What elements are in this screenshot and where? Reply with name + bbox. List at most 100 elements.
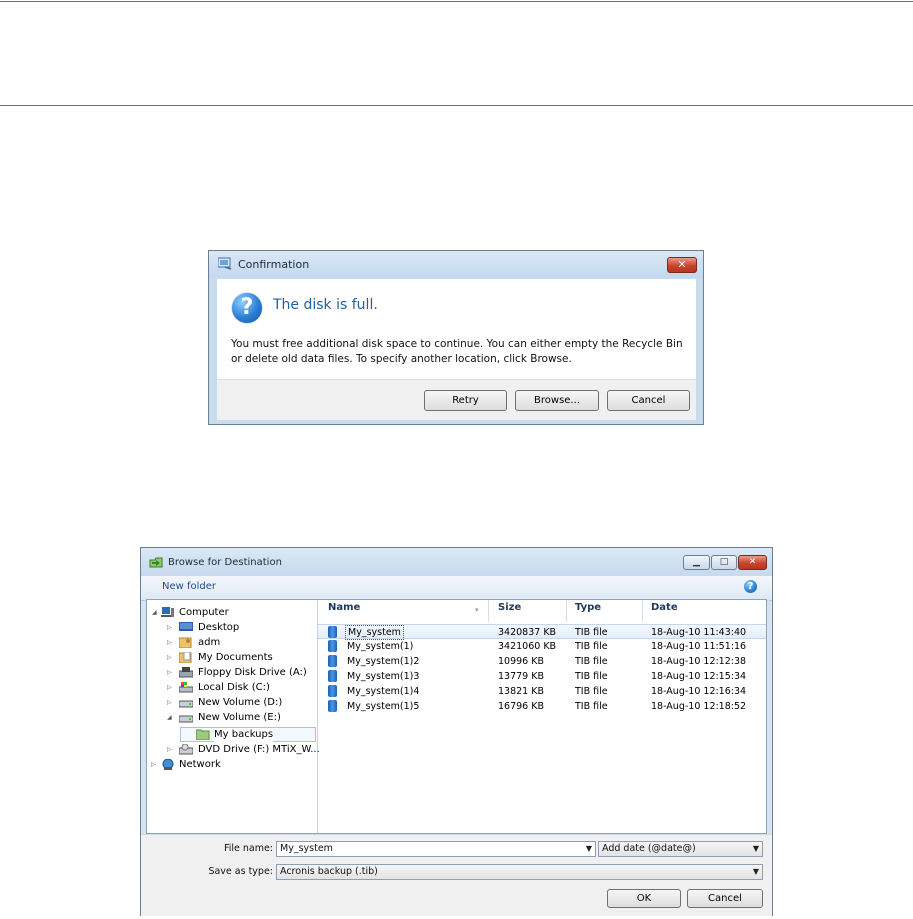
app-icon xyxy=(217,257,232,270)
dropdown-arrow-icon[interactable]: ▼ xyxy=(753,842,759,856)
folder-icon xyxy=(195,729,210,741)
expand-arrow-icon[interactable]: ▷ xyxy=(151,761,157,768)
file-size: 16796 KB xyxy=(498,701,544,712)
column-separator[interactable] xyxy=(768,600,769,622)
browse-cancel-button[interactable]: Cancel xyxy=(687,889,763,908)
confirmation-message: You must free additional disk space to c… xyxy=(231,338,683,365)
maximize-button[interactable]: □ xyxy=(711,555,737,570)
file-date: 18-Aug-10 12:12:38 xyxy=(651,656,747,667)
file-type: TIB file xyxy=(575,686,608,697)
confirmation-title: Confirmation xyxy=(238,258,310,271)
tree-item-label: DVD Drive (F:) MTiX_W... xyxy=(198,744,320,755)
tib-file-icon xyxy=(328,655,337,667)
expand-arrow-icon[interactable]: ▷ xyxy=(167,699,173,706)
confirmation-body: ? The disk is full. You must free additi… xyxy=(217,279,696,420)
add-date-select[interactable]: Add date (@date@) ▼ xyxy=(598,841,763,857)
tree-item-label: Computer xyxy=(179,607,229,618)
expand-arrow-icon[interactable]: ▷ xyxy=(167,684,173,691)
file-date: 18-Aug-10 12:15:34 xyxy=(651,671,747,682)
browse-close-button[interactable]: ✕ xyxy=(738,555,767,570)
confirmation-dialog: Confirmation ✕ ? The disk is full. You m… xyxy=(208,250,704,425)
column-header-date[interactable]: Date xyxy=(651,600,761,622)
file-row[interactable]: My_system(1)2 10996 KB TIB file 18-Aug-1… xyxy=(318,654,766,669)
file-row[interactable]: My_system(1) 3421060 KB TIB file 18-Aug-… xyxy=(318,639,766,654)
column-separator[interactable] xyxy=(488,600,489,622)
drive-icon xyxy=(178,697,194,708)
file-type: TIB file xyxy=(575,656,608,667)
dropdown-arrow-icon[interactable]: ▼ xyxy=(586,842,592,856)
save-as-type-label: Save as type: xyxy=(208,866,273,877)
collapse-arrow-icon[interactable]: ◢ xyxy=(167,714,173,721)
folder-tree[interactable]: ◢ Computer ▷ Desktop ▷ adm ▷ My Document… xyxy=(147,600,320,833)
expand-arrow-icon[interactable]: ▷ xyxy=(167,639,173,646)
expand-arrow-icon[interactable]: ▷ xyxy=(167,669,173,676)
column-header-size[interactable]: Size xyxy=(498,600,568,622)
confirmation-footer: Retry Browse... Cancel xyxy=(217,379,696,420)
tree-item-label: New Volume (D:) xyxy=(198,697,283,708)
tib-file-icon xyxy=(328,626,337,638)
tree-item-label: Floppy Disk Drive (A:) xyxy=(198,667,307,678)
column-separator[interactable] xyxy=(566,600,567,622)
dropdown-arrow-icon[interactable]: ▼ xyxy=(753,865,759,879)
retry-button[interactable]: Retry xyxy=(424,390,507,411)
file-size: 3420837 KB xyxy=(498,627,557,638)
file-row[interactable]: My_system 3420837 KB TIB file 18-Aug-10 … xyxy=(318,624,766,640)
column-header-type[interactable]: Type xyxy=(575,600,645,622)
tree-item-label: My Documents xyxy=(198,652,273,663)
browse-bottom-panel: File name: My_system ▼ Add date (@date@)… xyxy=(141,834,772,916)
expand-arrow-icon[interactable]: ▷ xyxy=(167,746,173,753)
file-name: My_system(1)3 xyxy=(347,671,420,682)
tree-item-label: Desktop xyxy=(198,622,240,633)
user-folder-icon xyxy=(178,637,193,649)
browse-dialog: Browse for Destination ▁ □ ✕ New folder … xyxy=(140,547,773,916)
column-header-name[interactable]: Name xyxy=(328,600,488,622)
browse-titlebar[interactable]: Browse for Destination ▁ □ ✕ xyxy=(141,548,772,576)
minimize-button[interactable]: ▁ xyxy=(683,555,710,570)
save-as-type-value: Acronis backup (.tib) xyxy=(280,866,378,877)
file-date: 18-Aug-10 11:43:40 xyxy=(651,627,747,638)
expand-arrow-icon[interactable]: ▷ xyxy=(167,654,173,661)
expand-arrow-icon[interactable]: ▷ xyxy=(167,624,173,631)
close-icon: ✕ xyxy=(748,557,757,567)
column-separator[interactable] xyxy=(642,600,643,622)
file-row[interactable]: My_system(1)4 13821 KB TIB file 18-Aug-1… xyxy=(318,684,766,699)
save-as-type-select[interactable]: Acronis backup (.tib) ▼ xyxy=(276,864,763,880)
file-name: My_system(1)2 xyxy=(347,656,420,667)
file-date: 18-Aug-10 12:16:34 xyxy=(651,686,747,697)
file-list[interactable]: Name ▾ Size Type Date My_system 3420837 … xyxy=(318,600,769,833)
file-row[interactable]: My_system(1)5 16796 KB TIB file 18-Aug-1… xyxy=(318,699,766,714)
file-size: 10996 KB xyxy=(498,656,544,667)
file-row[interactable]: My_system(1)3 13779 KB TIB file 18-Aug-1… xyxy=(318,669,766,684)
file-name: My_system(1)4 xyxy=(347,686,420,697)
sort-arrow-icon: ▾ xyxy=(475,606,479,614)
desktop-icon xyxy=(179,622,193,633)
file-date: 18-Aug-10 12:18:52 xyxy=(651,701,747,712)
minimize-icon: ▁ xyxy=(693,557,700,567)
tib-file-icon xyxy=(328,640,337,652)
file-type: TIB file xyxy=(575,627,608,638)
tree-item-label: New Volume (E:) xyxy=(198,712,281,723)
browse-title: Browse for Destination xyxy=(168,557,282,568)
drive-icon xyxy=(178,712,194,723)
file-size: 3421060 KB xyxy=(498,641,557,652)
browser-panes: ◢ Computer ▷ Desktop ▷ adm ▷ My Document… xyxy=(146,599,769,834)
floppy-icon xyxy=(178,667,194,678)
tree-item-label: My backups xyxy=(214,728,274,742)
file-size: 13779 KB xyxy=(498,671,544,682)
confirmation-titlebar[interactable]: Confirmation ✕ xyxy=(209,251,703,278)
new-folder-button[interactable]: New folder xyxy=(162,581,216,592)
computer-icon xyxy=(161,607,175,618)
help-icon[interactable]: ? xyxy=(744,580,757,593)
file-type: TIB file xyxy=(575,671,608,682)
tree-item-label: Network xyxy=(179,759,221,770)
file-date: 18-Aug-10 11:51:16 xyxy=(651,641,747,652)
collapse-arrow-icon[interactable]: ◢ xyxy=(152,609,158,616)
cancel-button[interactable]: Cancel xyxy=(607,390,690,411)
close-icon: ✕ xyxy=(677,258,687,271)
ok-button[interactable]: OK xyxy=(607,889,681,908)
file-size: 13821 KB xyxy=(498,686,544,697)
close-button[interactable]: ✕ xyxy=(667,257,697,273)
browse-button[interactable]: Browse... xyxy=(515,390,599,411)
system-drive-icon xyxy=(178,682,194,693)
file-name-input[interactable]: My_system ▼ xyxy=(276,841,596,857)
